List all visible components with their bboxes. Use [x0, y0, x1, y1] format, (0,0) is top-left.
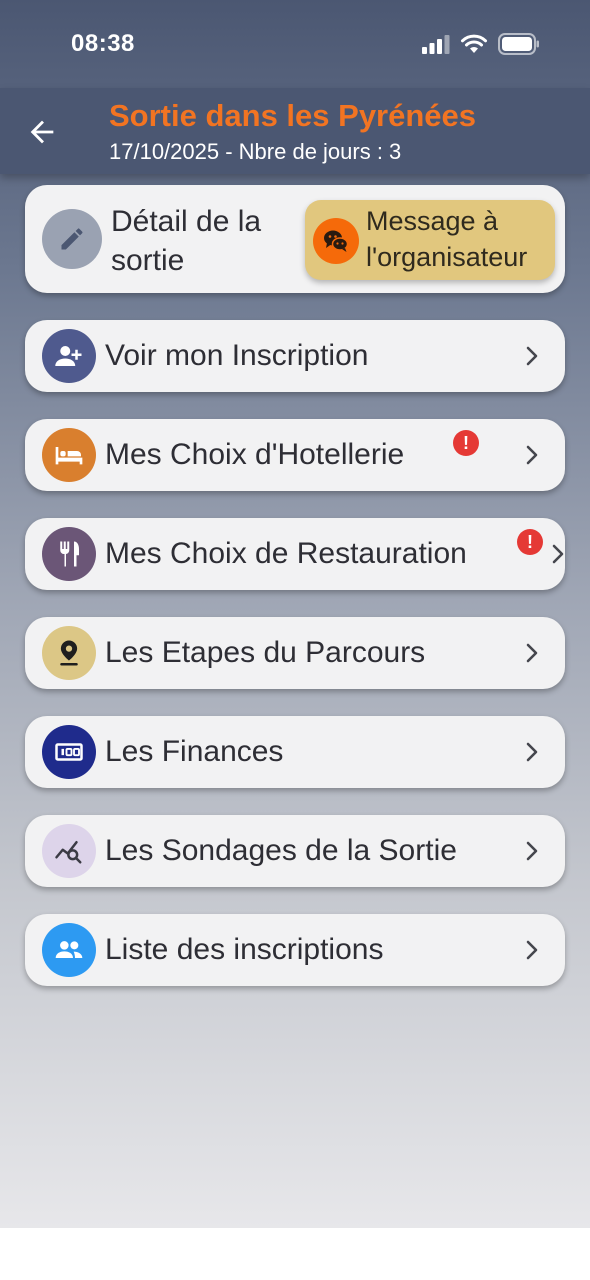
alert-badge: !	[453, 430, 479, 456]
chevron-right-icon	[552, 544, 564, 564]
menu-item-route-stages[interactable]: Les Etapes du Parcours	[25, 617, 565, 689]
edit-pencil-icon	[42, 209, 102, 269]
chevron-right-icon	[526, 940, 538, 960]
message-organizer-button[interactable]: Message à l'organisateur	[305, 200, 555, 280]
person-add-icon	[42, 329, 96, 383]
trip-detail-card[interactable]: Détail de la sortie Message à l'organisa…	[25, 185, 565, 293]
battery-icon	[498, 33, 539, 55]
money-icon	[42, 725, 96, 779]
location-pin-icon	[42, 626, 96, 680]
app-screen: 08:38 Sortie dans les Pyrénées 17/10/202…	[0, 0, 590, 1228]
bed-icon	[42, 428, 96, 482]
message-organizer-label: Message à l'organisateur	[366, 206, 528, 272]
menu-item-finances[interactable]: Les Finances	[25, 716, 565, 788]
menu-item-label: Les Sondages de la Sortie	[105, 834, 457, 867]
chevron-right-icon	[526, 346, 538, 366]
chevron-right-icon	[526, 445, 538, 465]
trip-detail-label: Détail de la sortie	[111, 205, 262, 277]
arrow-back-icon	[30, 120, 54, 144]
status-icons	[422, 33, 540, 55]
back-button[interactable]	[22, 112, 62, 152]
page-subtitle: 17/10/2025 - Nbre de jours : 3	[109, 139, 402, 164]
chevron-right-icon	[526, 841, 538, 861]
menu-item-surveys[interactable]: Les Sondages de la Sortie	[25, 815, 565, 887]
status-time: 08:38	[71, 30, 135, 57]
menu-item-my-registration[interactable]: Voir mon Inscription	[25, 320, 565, 392]
chevron-right-icon	[526, 643, 538, 663]
chat-bubbles-icon	[313, 218, 359, 264]
chevron-right-icon	[526, 742, 538, 762]
signal-icon	[422, 35, 450, 54]
group-icon	[42, 923, 96, 977]
alert-badge: !	[517, 529, 543, 555]
menu-item-label: Mes Choix de Restauration	[105, 537, 467, 570]
menu-item-label: Les Finances	[105, 735, 284, 768]
menu-item-restaurant-choices[interactable]: Mes Choix de Restauration !	[25, 518, 565, 590]
page-title: Sortie dans les Pyrénées	[109, 98, 477, 133]
menu-item-hotel-choices[interactable]: Mes Choix d'Hotellerie !	[25, 419, 565, 491]
menu-item-label: Voir mon Inscription	[105, 339, 369, 372]
menu-item-label: Les Etapes du Parcours	[105, 636, 426, 669]
menu-item-label: Mes Choix d'Hotellerie	[105, 438, 405, 471]
app-header: Sortie dans les Pyrénées 17/10/2025 - Nb…	[0, 88, 590, 174]
restaurant-icon	[42, 527, 96, 581]
status-bar: 08:38	[0, 0, 590, 88]
wifi-icon	[461, 34, 487, 53]
menu-item-registrations-list[interactable]: Liste des inscriptions	[25, 914, 565, 986]
query-stats-icon	[42, 824, 96, 878]
menu-item-label: Liste des inscriptions	[105, 933, 384, 966]
